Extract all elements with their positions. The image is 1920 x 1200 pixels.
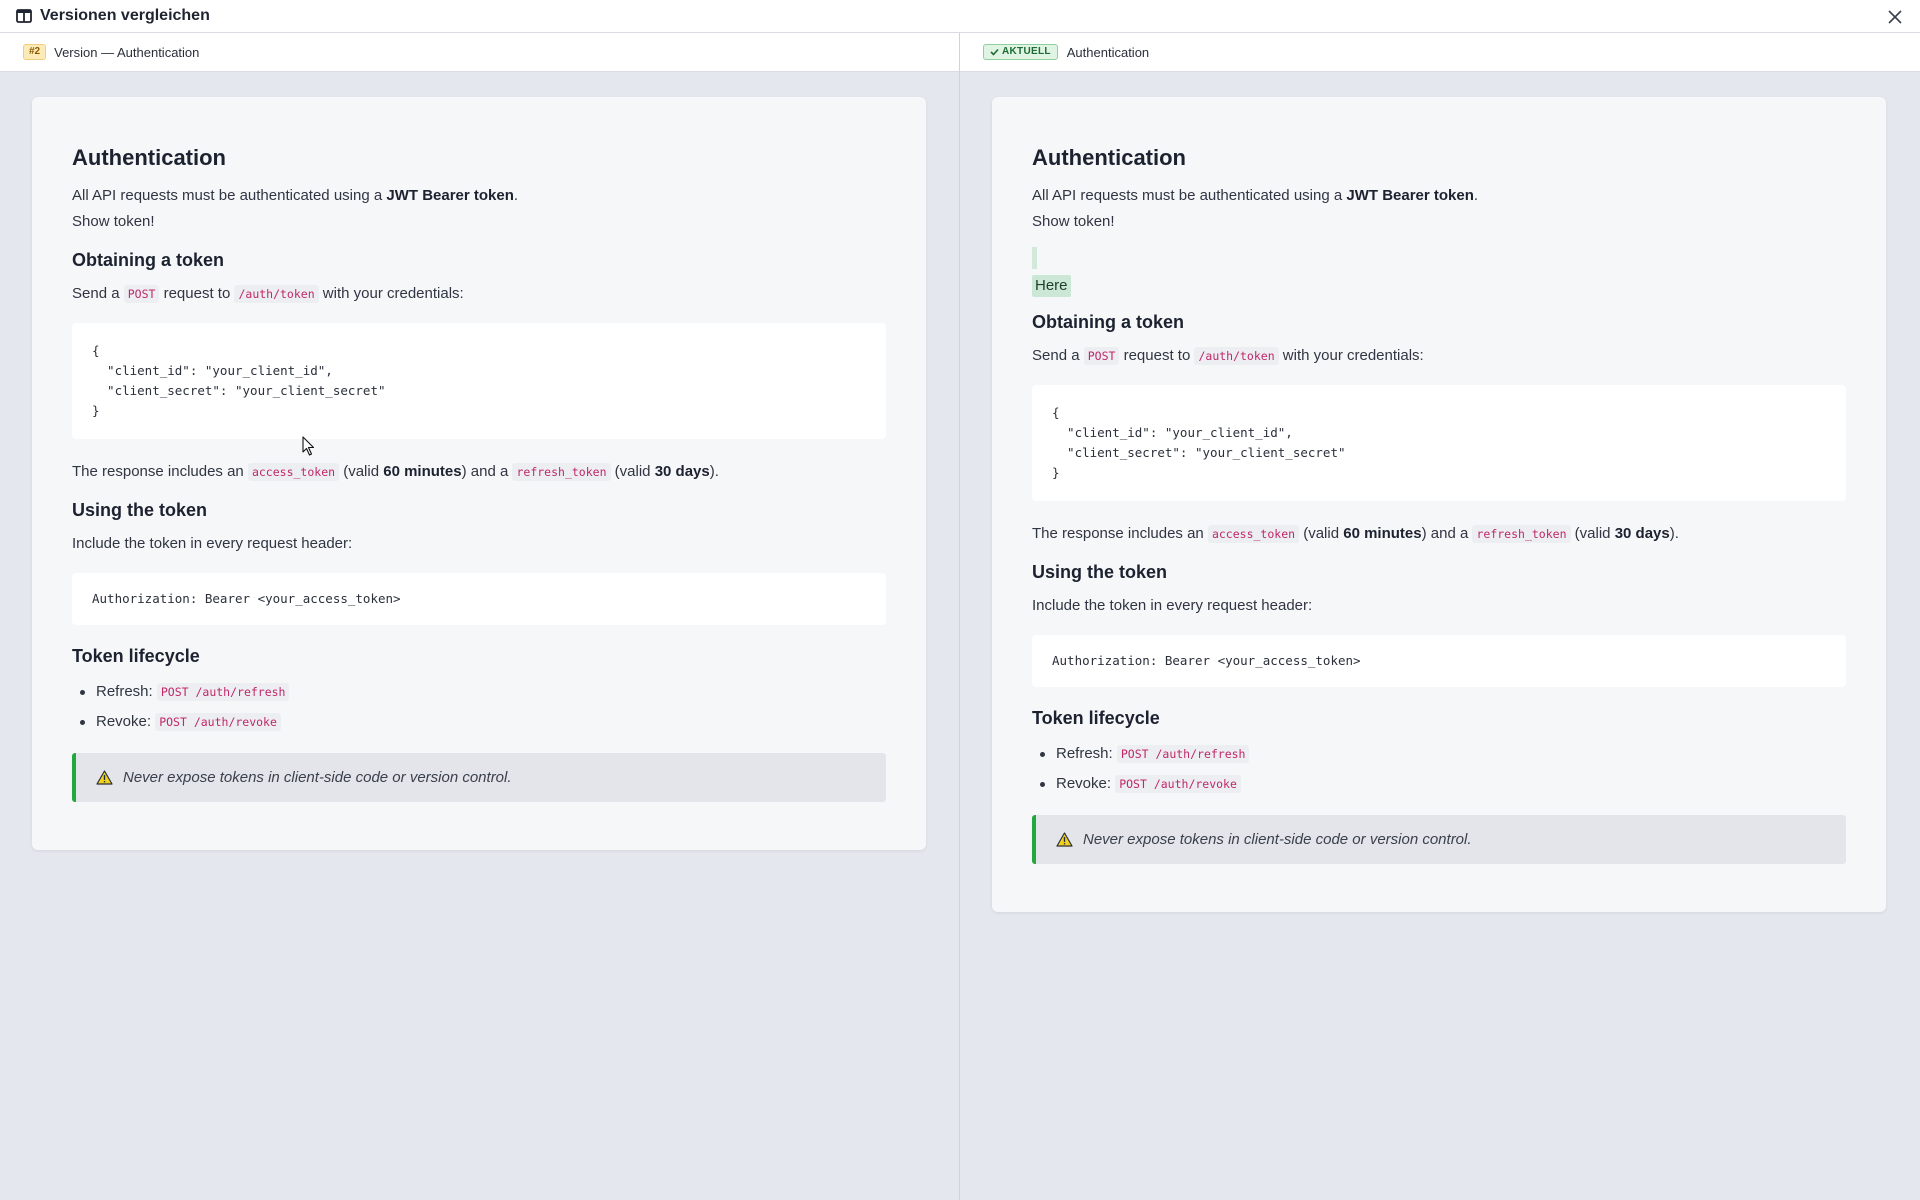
right-pane-header: AKTUELL Authentication — [960, 33, 1920, 72]
right-pane-title: Authentication — [1066, 44, 1150, 60]
send-paragraph: Send a POST request to /auth/token with … — [72, 285, 464, 303]
auth-header-code-block: Authorization: Bearer <your_access_token… — [72, 573, 886, 625]
window-titlebar: Versionen vergleichen — [0, 0, 1920, 33]
left-version-pane[interactable]: #2 Version — Authentication Authenticati… — [0, 33, 960, 1200]
response-paragraph: The response includes an access_token (v… — [72, 463, 719, 481]
close-icon — [1888, 10, 1902, 24]
list-item: Refresh: POST /auth/refresh — [1032, 739, 1846, 769]
intro-paragraph: All API requests must be authenticated u… — [72, 187, 519, 204]
warning-icon — [96, 770, 113, 785]
show-token-text: Show token! — [1032, 213, 1115, 230]
diff-added-text: Here — [1032, 275, 1071, 297]
heading-using: Using the token — [72, 500, 208, 520]
send-paragraph: Send a POST request to /auth/token with … — [1032, 347, 1424, 365]
credentials-code-block: { "client_id": "your_client_id", "client… — [1032, 385, 1846, 501]
credentials-code-block: { "client_id": "your_client_id", "client… — [72, 323, 886, 439]
warning-text: Never expose tokens in client-side code … — [123, 769, 512, 786]
right-document-card: Authentication All API requests must be … — [992, 97, 1886, 912]
list-item: Revoke: POST /auth/revoke — [1032, 769, 1846, 799]
include-paragraph: Include the token in every request heade… — [1032, 597, 1313, 614]
revision-badge: #2 — [23, 44, 47, 60]
list-item: Refresh: POST /auth/refresh — [72, 677, 886, 707]
current-badge: AKTUELL — [983, 44, 1058, 60]
intro-paragraph: All API requests must be authenticated u… — [1032, 187, 1479, 204]
check-icon — [990, 48, 999, 56]
response-paragraph: The response includes an access_token (v… — [1032, 525, 1679, 543]
auth-header-code-block: Authorization: Bearer <your_access_token… — [1032, 635, 1846, 687]
lifecycle-list: Refresh: POST /auth/refresh Revoke: POST… — [1032, 739, 1846, 799]
warning-icon — [1056, 832, 1073, 847]
heading-obtaining: Obtaining a token — [72, 250, 225, 270]
heading-using: Using the token — [1032, 562, 1168, 582]
left-pane-title: Version — Authentication — [54, 44, 200, 60]
warning-callout: Never expose tokens in client-side code … — [1032, 815, 1846, 864]
warning-text: Never expose tokens in client-side code … — [1083, 831, 1472, 848]
heading-lifecycle: Token lifecycle — [1032, 708, 1160, 728]
right-version-pane[interactable]: AKTUELL Authentication Authentication Al… — [960, 33, 1920, 1200]
columns-icon — [16, 9, 32, 23]
doc-title: Authentication — [72, 145, 226, 170]
doc-title: Authentication — [1032, 145, 1186, 170]
heading-obtaining: Obtaining a token — [1032, 312, 1185, 332]
window-title: Versionen vergleichen — [40, 7, 210, 24]
show-token-text: Show token! — [72, 213, 155, 230]
diff-added-line-marker — [1032, 247, 1037, 269]
mouse-pointer-icon — [302, 436, 315, 456]
warning-callout: Never expose tokens in client-side code … — [72, 753, 886, 802]
heading-lifecycle: Token lifecycle — [72, 646, 200, 666]
list-item: Revoke: POST /auth/revoke — [72, 707, 886, 737]
include-paragraph: Include the token in every request heade… — [72, 535, 353, 552]
lifecycle-list: Refresh: POST /auth/refresh Revoke: POST… — [72, 677, 886, 737]
left-document-card: Authentication All API requests must be … — [32, 97, 926, 850]
close-button[interactable] — [1882, 4, 1908, 30]
left-pane-header: #2 Version — Authentication — [0, 33, 959, 72]
